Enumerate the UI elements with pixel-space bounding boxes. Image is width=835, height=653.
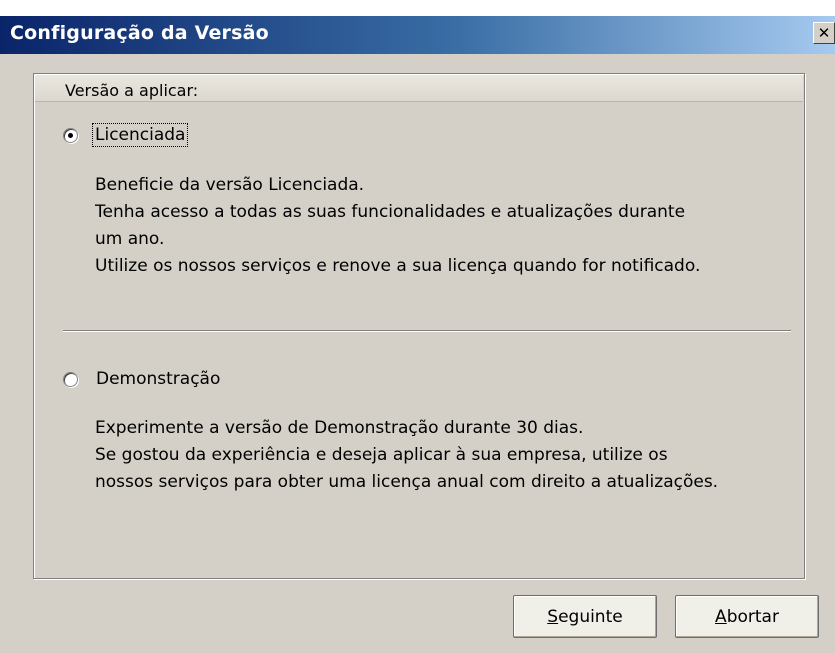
demo-description: Experimente a versão de Demonstração dur… bbox=[95, 415, 718, 496]
radio-demo-label[interactable]: Demonstração bbox=[96, 369, 220, 389]
licensed-desc-line: Beneficie da versão Licenciada. bbox=[95, 175, 365, 195]
radio-licensed-label[interactable]: Licenciada bbox=[91, 123, 189, 147]
groupbox-title: Versão a aplicar: bbox=[65, 81, 199, 100]
licensed-description: Beneficie da versão Licenciada. Tenha ac… bbox=[95, 172, 700, 280]
options-divider bbox=[63, 330, 791, 332]
radio-selected-dot bbox=[68, 133, 73, 138]
top-margin bbox=[0, 0, 835, 16]
title-bar[interactable]: Configuração da Versão ✕ bbox=[0, 16, 835, 54]
next-button[interactable]: Seguinte bbox=[513, 595, 657, 638]
demo-desc-line: nossos serviços para obter uma licença a… bbox=[95, 472, 719, 492]
abort-button[interactable]: Abortar bbox=[675, 595, 819, 638]
groupbox-header: Versão a aplicar: bbox=[35, 75, 803, 102]
version-groupbox: Versão a aplicar: bbox=[33, 73, 805, 579]
demo-desc-line: Experimente a versão de Demonstração dur… bbox=[95, 418, 584, 438]
licensed-desc-line: um ano. bbox=[95, 229, 165, 249]
abort-label: bortar bbox=[726, 606, 779, 627]
next-mnemonic: S bbox=[547, 606, 559, 627]
demo-desc-line: Se gostou da experiência e deseja aplica… bbox=[95, 445, 668, 465]
radio-licensed[interactable] bbox=[63, 128, 78, 143]
licensed-desc-line: Tenha acesso a todas as suas funcionalid… bbox=[95, 202, 686, 222]
abort-mnemonic: A bbox=[715, 606, 727, 627]
close-icon: ✕ bbox=[817, 23, 831, 42]
close-button[interactable]: ✕ bbox=[813, 22, 835, 44]
next-label: eguinte bbox=[558, 606, 623, 627]
licensed-desc-line: Utilize os nossos serviços e renove a su… bbox=[95, 256, 701, 276]
window-title: Configuração da Versão bbox=[10, 22, 269, 44]
radio-demo[interactable] bbox=[63, 372, 78, 387]
